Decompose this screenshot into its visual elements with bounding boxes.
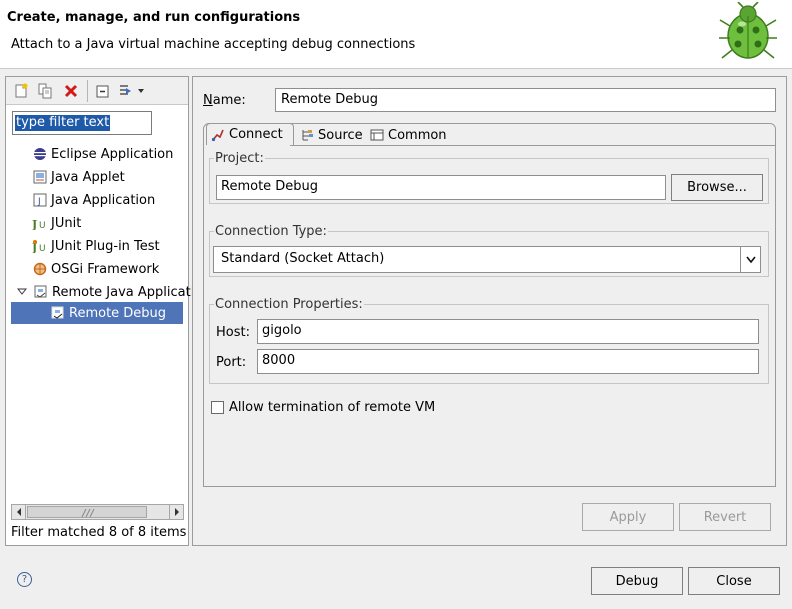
dialog-message: Attach to a Java virtual machine accepti… — [11, 37, 416, 52]
configuration-editor-panel: Name: Remote Debug Connect Source Common… — [192, 76, 787, 546]
revert-button[interactable]: Revert — [679, 503, 771, 531]
debug-button[interactable]: Debug — [591, 567, 683, 595]
tree-item-java-applet[interactable]: Java Applet — [32, 166, 214, 188]
name-label: Name: — [203, 93, 246, 108]
allow-termination-label: Allow termination of remote VM — [229, 400, 436, 415]
project-group: Project: Remote Debug Browse... — [209, 151, 769, 204]
header-banner: Create, manage, and run configurations A… — [0, 0, 792, 69]
help-icon[interactable]: ? — [17, 572, 32, 587]
tab-connect[interactable]: Connect — [206, 123, 294, 145]
connection-type-value: Standard (Socket Attach) — [221, 251, 385, 266]
tree-item-junit-plugin-test[interactable]: JU JUnit Plug-in Test — [32, 235, 214, 257]
remote-java-icon — [33, 284, 49, 300]
svg-text:U: U — [39, 221, 46, 230]
delete-config-icon[interactable] — [62, 82, 80, 100]
tree-item-label: Remote Java Applicati — [52, 284, 195, 300]
chevron-down-icon[interactable] — [740, 247, 760, 272]
debug-bug-icon — [719, 2, 777, 59]
tree-item-label: OSGi Framework — [51, 261, 160, 277]
filter-input[interactable]: type filter text — [12, 111, 152, 135]
connect-icon — [211, 128, 225, 142]
tree-item-label: Java Application — [51, 192, 156, 208]
collapse-all-icon[interactable] — [94, 82, 112, 100]
port-label: Port: — [216, 355, 247, 370]
java-applet-icon — [32, 169, 48, 185]
tab-connect-label: Connect — [229, 127, 283, 142]
eclipse-app-icon — [32, 146, 48, 162]
toolbar-separator — [87, 80, 88, 102]
scroll-right-icon[interactable] — [169, 505, 183, 519]
tab-common-label: Common — [388, 127, 447, 143]
java-app-icon: J — [32, 192, 48, 208]
tree-item-label: Java Applet — [51, 169, 125, 185]
scroll-left-icon[interactable] — [12, 505, 26, 519]
filter-menu-icon[interactable] — [118, 82, 148, 100]
tree-item-label: JUnit Plug-in Test — [51, 238, 160, 254]
configuration-list-panel: type filter text Eclipse Application Jav… — [5, 76, 194, 546]
tab-source-label: Source — [318, 127, 363, 143]
duplicate-config-icon[interactable] — [36, 82, 54, 100]
source-icon — [300, 128, 314, 142]
junit-plugin-icon: JU — [32, 238, 48, 254]
port-input[interactable]: 8000 — [257, 349, 759, 374]
browse-button[interactable]: Browse... — [671, 174, 763, 201]
tab-common[interactable]: Common — [366, 125, 451, 145]
name-label-rest: ame: — [212, 93, 246, 108]
apply-button[interactable]: Apply — [582, 503, 674, 531]
project-label: Project: — [214, 151, 265, 166]
new-config-icon[interactable] — [12, 82, 30, 100]
dialog-title: Create, manage, and run configurations — [7, 10, 301, 25]
remote-debug-icon — [50, 305, 66, 321]
osgi-icon — [32, 261, 48, 277]
tree-item-remote-java-application[interactable]: Remote Java Applicati — [14, 281, 196, 303]
connection-properties-group: Connection Properties: Host: gigolo Port… — [209, 297, 769, 384]
tree-item-osgi-framework[interactable]: OSGi Framework — [32, 258, 214, 280]
host-label: Host: — [216, 325, 250, 340]
tree-item-remote-debug[interactable]: Remote Debug — [50, 302, 180, 324]
filter-placeholder[interactable]: type filter text — [15, 115, 111, 131]
tree-item-label: Eclipse Application — [51, 146, 174, 162]
filter-status: Filter matched 8 of 8 items — [11, 525, 187, 540]
svg-text:J: J — [37, 197, 41, 207]
junit-icon: JU — [32, 215, 48, 231]
tree-item-junit[interactable]: JU JUnit — [32, 212, 214, 234]
collapse-arrow-icon[interactable] — [14, 284, 30, 300]
name-input[interactable]: Remote Debug — [275, 88, 776, 112]
svg-text:J: J — [32, 218, 37, 230]
tree-item-eclipse-application[interactable]: Eclipse Application — [32, 143, 214, 165]
project-input[interactable]: Remote Debug — [216, 175, 666, 200]
connection-properties-label: Connection Properties: — [214, 297, 364, 312]
close-button[interactable]: Close — [688, 567, 780, 595]
tree-item-java-application[interactable]: J Java Application — [32, 189, 214, 211]
connection-type-label: Connection Type: — [214, 224, 328, 239]
connection-type-select[interactable]: Standard (Socket Attach) — [213, 246, 761, 273]
allow-termination-checkbox[interactable] — [211, 401, 224, 414]
config-toolbar — [6, 77, 188, 105]
svg-text:U: U — [39, 244, 46, 253]
tree-item-label: Remote Debug — [69, 305, 167, 321]
host-input[interactable]: gigolo — [257, 319, 759, 344]
tab-divider — [290, 145, 776, 146]
common-icon — [370, 128, 384, 142]
allow-termination-option[interactable]: Allow termination of remote VM — [211, 400, 435, 415]
scrollbar-thumb[interactable] — [27, 506, 147, 518]
tab-source[interactable]: Source — [296, 125, 367, 145]
horizontal-scrollbar[interactable] — [11, 504, 184, 520]
connection-type-group: Connection Type: Standard (Socket Attach… — [209, 224, 769, 277]
tab-folder: Connect Source Common Project: Remote De… — [203, 123, 776, 487]
tree-item-label: JUnit — [51, 215, 82, 231]
